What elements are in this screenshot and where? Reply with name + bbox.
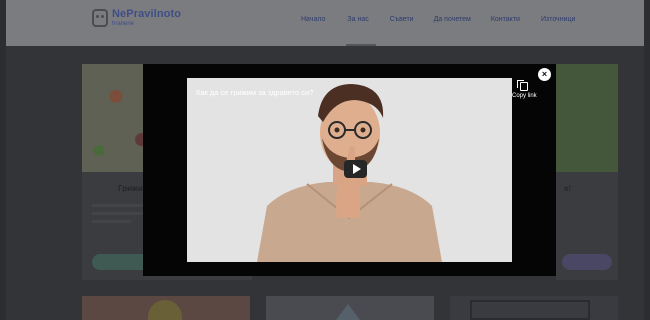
article-card-6 <box>450 296 618 320</box>
nav-item-home[interactable]: Начало <box>301 16 325 23</box>
card-button-3[interactable] <box>562 254 612 270</box>
copy-link-label: Copy link <box>512 93 537 99</box>
video-title[interactable]: Как да се грижим за здравето си? <box>196 88 313 97</box>
card-text-1 <box>92 204 147 228</box>
site-header: NePravilnoto hranene Начало За нас Съвет… <box>6 0 644 46</box>
nav-item-sources[interactable]: Източници <box>541 16 575 23</box>
copy-link-button[interactable]: Copy link <box>512 80 537 99</box>
copy-icon <box>517 80 529 91</box>
page: NePravilnoto hranene Начало За нас Съвет… <box>6 0 644 320</box>
nav-item-tips[interactable]: Съвети <box>390 16 414 23</box>
logo-mark-icon <box>92 9 108 27</box>
main-nav: Начало За нас Съвети Да почетем Контакти… <box>301 16 575 23</box>
nav-item-contacts[interactable]: Контакти <box>491 16 520 23</box>
article-card-4 <box>82 296 250 320</box>
article-card-3: e! <box>556 64 618 280</box>
logo-title: NePravilnoto <box>112 8 182 20</box>
card-title-3: e! <box>564 184 572 193</box>
play-icon[interactable] <box>344 160 367 178</box>
card-title-1: Грижи <box>118 184 143 193</box>
card-image-3 <box>556 64 618 172</box>
nav-active-indicator <box>346 44 376 46</box>
article-card-5 <box>266 296 434 320</box>
nav-item-read[interactable]: Да почетем <box>434 16 471 23</box>
nav-item-about[interactable]: За нас <box>347 16 368 23</box>
close-icon[interactable]: × <box>538 68 551 81</box>
logo-subtitle: hranene <box>112 21 135 27</box>
site-logo[interactable]: NePravilnoto hranene <box>92 9 181 27</box>
